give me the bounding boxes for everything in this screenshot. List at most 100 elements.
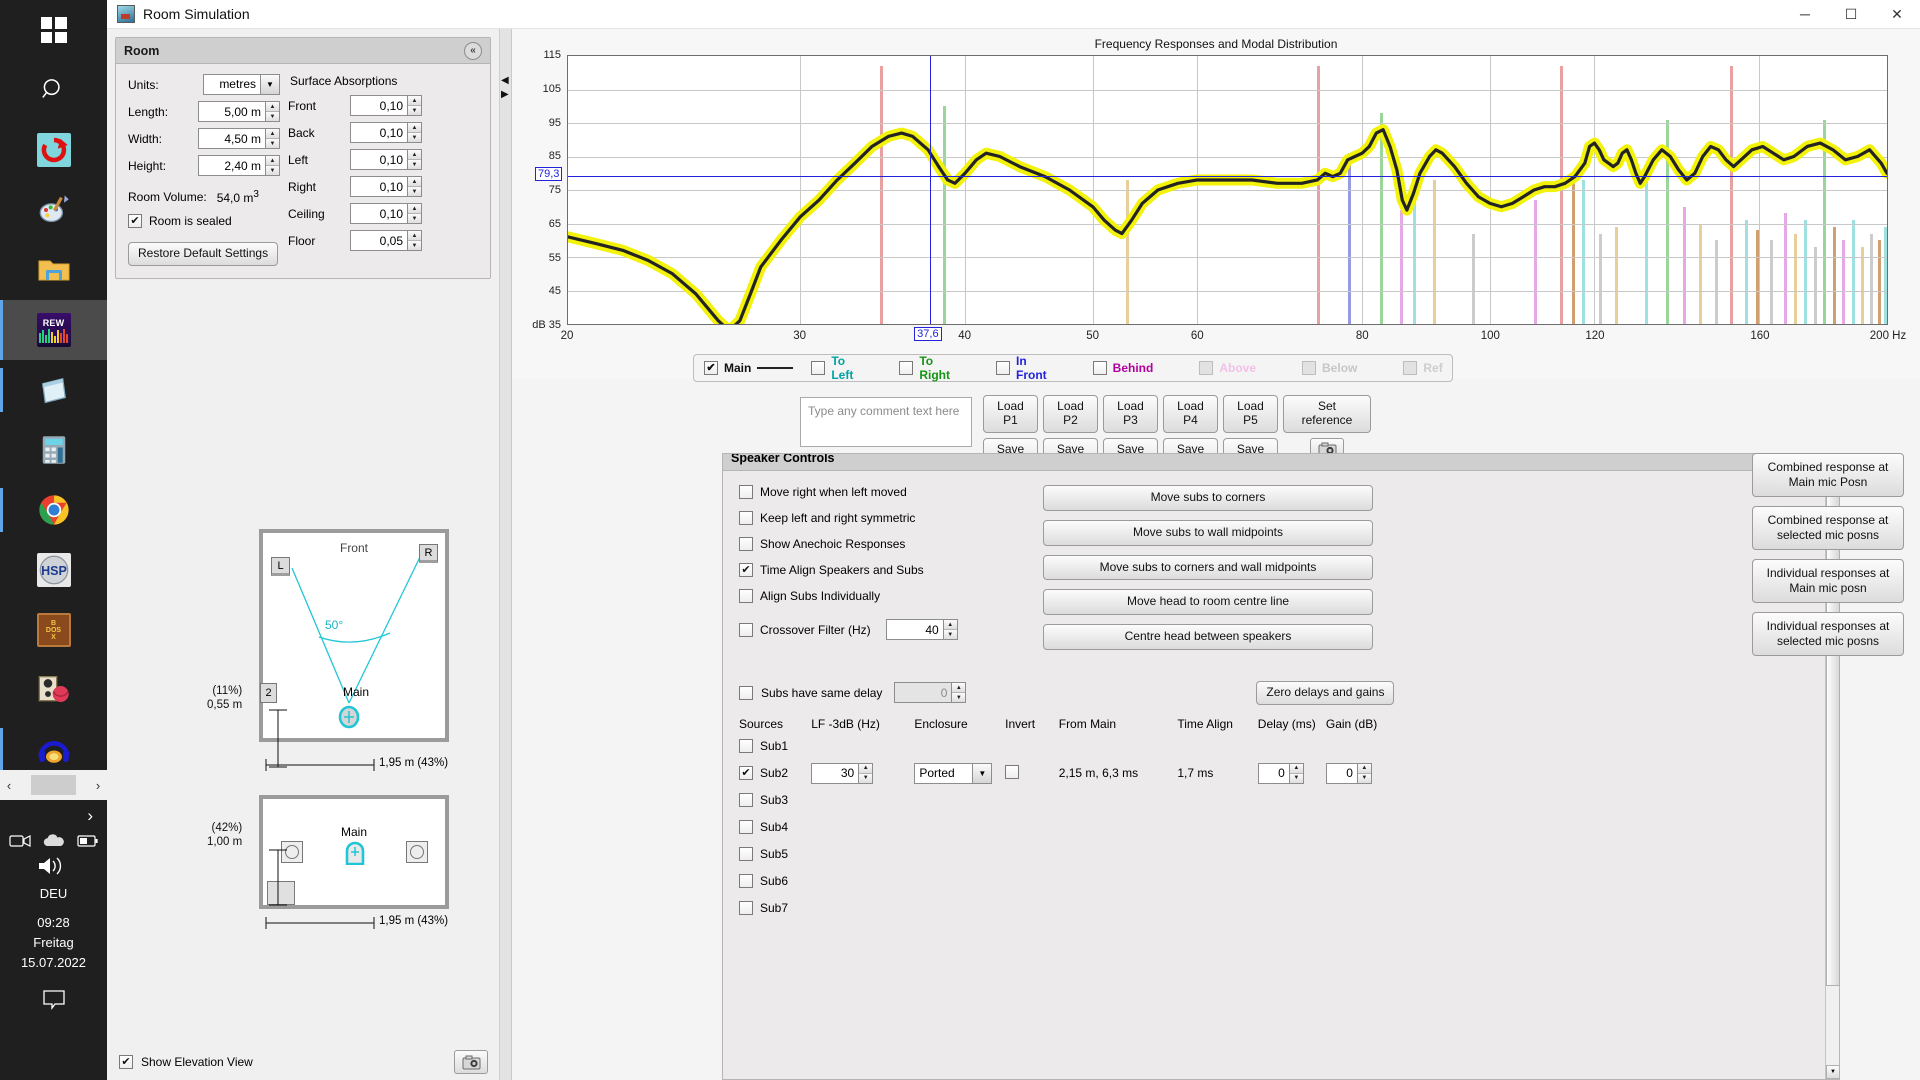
taskbar-app-recovery[interactable] — [0, 120, 107, 180]
legend-checkbox-3[interactable] — [996, 361, 1010, 375]
load-p4-button[interactable]: Load P4 — [1163, 395, 1218, 433]
sub-name-cell[interactable]: Sub5 — [739, 841, 811, 868]
plan-right-speaker[interactable]: R — [419, 544, 438, 563]
plan-head-icon[interactable] — [337, 705, 361, 729]
chevron-down-icon[interactable]: ▼ — [260, 75, 279, 94]
absorption-spin-floor[interactable]: ▲ ▼ — [407, 231, 421, 250]
zero-delays-gains-button[interactable]: Zero delays and gains — [1256, 680, 1395, 705]
sub-delay-stepper[interactable]: ▲▼ — [1257, 762, 1304, 784]
sub-name-cell[interactable]: Sub6 — [739, 868, 811, 895]
tray-language[interactable]: DEU — [0, 886, 107, 901]
show-elevation-checkbox[interactable]: ✔ — [119, 1055, 133, 1069]
absorption-input-right[interactable] — [351, 177, 407, 196]
search-button[interactable] — [0, 60, 107, 120]
maximize-button[interactable]: ☐ — [1828, 0, 1874, 29]
collapse-icon[interactable]: « — [464, 41, 482, 60]
taskbar-app-dosbox[interactable]: B DOS X — [0, 600, 107, 660]
absorption-input-ceiling[interactable] — [351, 204, 407, 223]
onedrive-icon[interactable] — [43, 833, 65, 849]
tray-expand-icon[interactable]: › — [87, 806, 93, 826]
sub-gain-spin[interactable]: ▲ ▼ — [1356, 763, 1371, 783]
legend-checkbox-4[interactable] — [1092, 361, 1107, 375]
taskbar-app-speaker[interactable] — [0, 660, 107, 720]
plan-view[interactable]: Front L R 50° 2 Main (11%) 0,55 m 1,95 m… — [107, 509, 500, 819]
sub-delay-spin[interactable]: ▲ ▼ — [1288, 763, 1303, 783]
taskbar-scroll-left[interactable]: ‹ — [0, 778, 18, 793]
legend-item-main[interactable]: ✔ Main — [704, 361, 794, 375]
sub-gain-input[interactable] — [1326, 763, 1357, 783]
absorption-input-front[interactable] — [351, 96, 407, 115]
pane-splitter[interactable]: ◀ ▶ — [500, 29, 512, 1080]
absorption-input-left[interactable] — [351, 150, 407, 169]
load-p1-button[interactable]: Load P1 — [983, 395, 1038, 433]
sub-name-cell[interactable]: Sub3 — [739, 787, 811, 814]
sub-name-cell[interactable]: Sub1 — [739, 733, 811, 760]
taskbar-app-rew[interactable]: REW — [0, 300, 107, 360]
cursor-x-value[interactable]: 37,6 — [914, 327, 942, 341]
comment-input[interactable]: Type any comment text here — [800, 397, 972, 447]
camera-button[interactable] — [454, 1050, 488, 1074]
length-spin-buttons[interactable]: ▲ ▼ — [265, 102, 279, 121]
crossover-checkbox[interactable] — [739, 622, 753, 637]
sub-checkbox-3[interactable] — [739, 820, 753, 835]
absorption-input-floor[interactable] — [351, 231, 407, 250]
splitter-collapse-left-icon[interactable]: ◀ — [501, 75, 509, 86]
speaker-option-checkbox-3[interactable]: ✔ — [739, 563, 753, 577]
load-p5-button[interactable]: Load P5 — [1223, 395, 1278, 433]
crossover-input[interactable] — [886, 620, 943, 639]
sub-lf-stepper[interactable]: ▲▼ — [811, 762, 874, 784]
sub-invert-checkbox[interactable] — [1005, 764, 1020, 779]
sub-gain-cell[interactable]: ▲▼ — [1325, 760, 1394, 787]
plot-area[interactable] — [567, 55, 1888, 325]
cursor-y-value[interactable]: 79,3 — [535, 167, 563, 182]
absorption-spin-ceiling[interactable]: ▲ ▼ — [407, 204, 421, 223]
sub-name-cell[interactable]: ✔ Sub2 — [739, 760, 811, 787]
start-button[interactable] — [0, 0, 107, 60]
plan-left-speaker[interactable]: L — [271, 557, 290, 576]
speaker-action-button-3[interactable]: Move head to room centre line — [1043, 589, 1373, 616]
speaker-action-button-0[interactable]: Move subs to corners — [1043, 485, 1373, 511]
sub-invert-cell[interactable] — [1005, 760, 1059, 787]
sub-enclosure-select[interactable]: Ported ▼ — [914, 762, 993, 784]
absorption-spin-right[interactable]: ▲ ▼ — [407, 177, 421, 196]
camera-tray-icon[interactable] — [8, 832, 31, 850]
absorption-spin-back[interactable]: ▲ ▼ — [407, 123, 421, 142]
response-button-1[interactable]: Combined response at selected mic posns — [1752, 506, 1904, 550]
speaker-option-2[interactable]: Show Anechoic Responses — [739, 537, 1039, 551]
length-stepper[interactable]: ▲▼ — [198, 101, 280, 122]
taskbar-app-notepad[interactable] — [0, 360, 107, 420]
height-stepper[interactable]: ▲▼ — [198, 155, 280, 176]
sub-checkbox-5[interactable] — [739, 874, 753, 889]
legend-checkbox-0[interactable]: ✔ — [704, 361, 718, 375]
response-button-3[interactable]: Individual responses at selected mic posn… — [1752, 612, 1904, 656]
length-input[interactable] — [199, 102, 265, 121]
width-stepper[interactable]: ▲▼ — [198, 128, 280, 149]
response-button-2[interactable]: Individual responses at Main mic posn — [1752, 559, 1904, 603]
taskbar-app-chrome[interactable] — [0, 480, 107, 540]
width-spin-buttons[interactable]: ▲ ▼ — [265, 129, 279, 148]
set-reference-button[interactable]: Set reference — [1283, 395, 1371, 433]
tray-clock[interactable]: 09:28 Freitag 15.07.2022 — [0, 913, 107, 973]
legend-item-behind[interactable]: Behind — [1092, 361, 1153, 375]
load-p2-button[interactable]: Load P2 — [1043, 395, 1098, 433]
sub-checkbox-1[interactable]: ✔ — [739, 766, 753, 781]
response-button-0[interactable]: Combined response at Main mic Posn — [1752, 453, 1904, 497]
speaker-action-button-1[interactable]: Move subs to wall midpoints — [1043, 519, 1373, 546]
speaker-option-0[interactable]: Move right when left moved — [739, 485, 1039, 499]
sub-checkbox-0[interactable] — [739, 739, 753, 754]
taskbar-app-explorer[interactable] — [0, 240, 107, 300]
battery-icon[interactable] — [76, 834, 99, 848]
legend-checkbox-2[interactable] — [899, 361, 914, 375]
notifications-icon[interactable] — [42, 989, 66, 1011]
elevation-view[interactable]: Main (42%) 1,00 m 1,95 m (43%) — [107, 795, 500, 935]
sub-lf-spin[interactable]: ▲ ▼ — [858, 763, 873, 783]
chart-cursor-vertical[interactable] — [929, 56, 931, 324]
room-sealed-row[interactable]: ✔ Room is sealed — [128, 214, 280, 228]
splitter-expand-right-icon[interactable]: ▶ — [501, 89, 509, 100]
restore-defaults-button[interactable]: Restore Default Settings — [128, 242, 279, 266]
absorption-input-back[interactable] — [351, 123, 407, 142]
load-p3-button[interactable]: Load P3 — [1103, 395, 1158, 433]
units-select[interactable]: metres ▼ — [203, 74, 280, 95]
sub-gain-stepper[interactable]: ▲▼ — [1325, 762, 1372, 784]
legend-item-in-front[interactable]: In Front — [996, 354, 1047, 382]
